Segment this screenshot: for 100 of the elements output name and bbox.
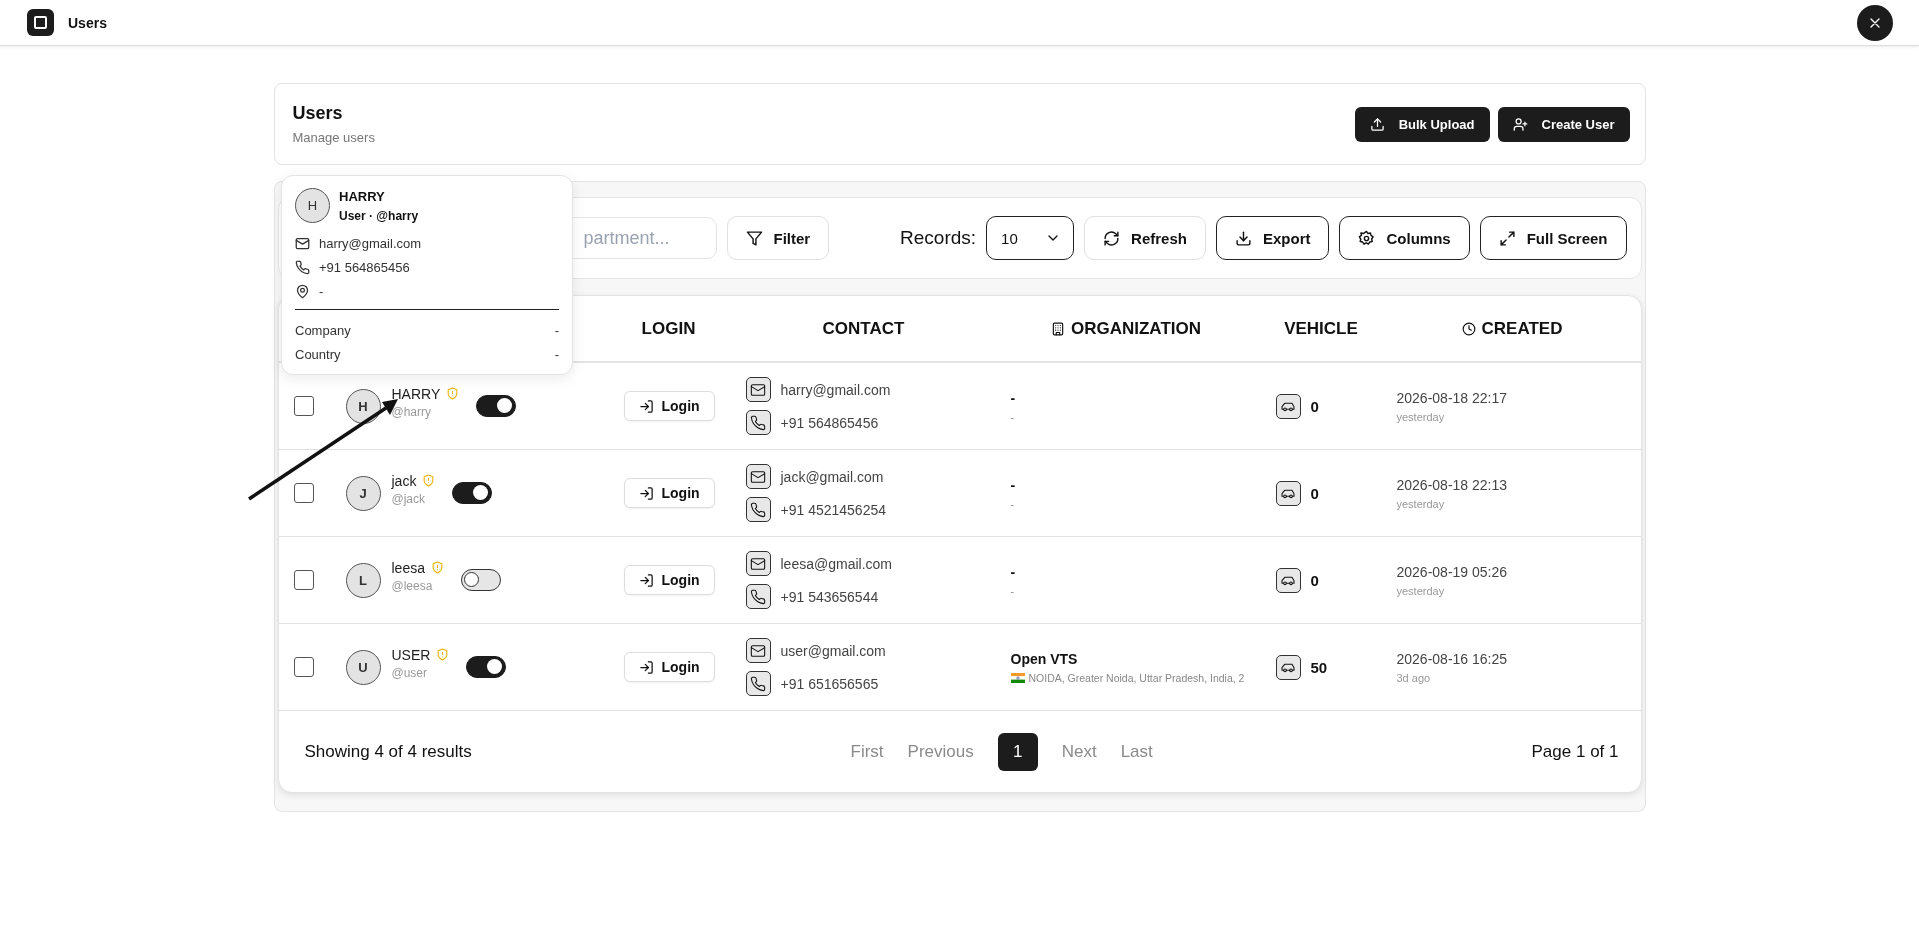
user-handle: @user [391, 665, 429, 680]
email-text: harry@gmail.com [780, 381, 891, 398]
login-icon [638, 659, 654, 675]
bulk-upload-button[interactable]: Bulk Upload [1354, 106, 1490, 142]
card-user-name: HARRY [339, 188, 386, 204]
columns-button[interactable]: Columns [1339, 216, 1470, 260]
user-name: HARRY [391, 385, 441, 402]
map-pin-icon [295, 283, 310, 299]
phone-text: +91 4521456254 [780, 501, 886, 518]
status-toggle[interactable] [476, 395, 517, 417]
column-header: VEHICLE [1283, 317, 1359, 340]
avatar: U [345, 649, 381, 685]
page-info: Page 1 of 1 [1531, 741, 1619, 762]
vehicle-count: 0 [1310, 484, 1319, 502]
results-summary: Showing 4 of 4 results [304, 741, 472, 762]
refresh-icon [1103, 229, 1121, 247]
avatar: L [345, 562, 381, 598]
avatar: J [345, 475, 381, 511]
user-name: leesa [391, 559, 425, 576]
full-screen-button[interactable]: Full Screen [1479, 216, 1627, 260]
avatar: H [345, 388, 381, 424]
user-handle: @jack [391, 491, 427, 506]
created-relative: yesterday [1396, 584, 1445, 597]
row-checkbox[interactable] [293, 657, 314, 677]
phone-icon [750, 414, 766, 431]
email-text: user@gmail.com [780, 642, 886, 659]
app-title: Users [68, 14, 107, 31]
created-date: 2026-08-19 05:26 [1396, 563, 1508, 580]
card-address: - [319, 283, 324, 299]
avatar: H [295, 188, 330, 223]
records-label: Records: [900, 227, 977, 249]
filter-icon [745, 229, 763, 247]
organization-name: Open VTS [1010, 650, 1078, 667]
filter-button[interactable]: Filter [726, 216, 830, 260]
created-date: 2026-08-18 22:13 [1396, 476, 1508, 493]
building-icon [1051, 321, 1065, 336]
created-date: 2026-08-16 16:25 [1396, 650, 1508, 667]
download-icon [1234, 229, 1252, 247]
user-name: USER [391, 646, 431, 663]
location-text: - [1010, 410, 1014, 423]
phone-icon [750, 501, 766, 518]
refresh-button[interactable]: Refresh [1084, 216, 1206, 260]
location-text: NOIDA, Greater Noida, Uttar Pradesh, India, 2 [1028, 671, 1245, 684]
mail-icon [750, 555, 766, 572]
phone-text: +91 543656544 [780, 588, 879, 605]
created-relative: 3d ago [1396, 671, 1431, 684]
create-user-button[interactable]: Create User [1497, 106, 1630, 142]
field-value: - [554, 346, 559, 362]
login-icon [638, 485, 654, 501]
login-button[interactable]: Login [623, 478, 715, 508]
vehicle-count: 0 [1310, 397, 1319, 415]
shield-icon [430, 561, 444, 574]
phone-icon [750, 588, 766, 605]
export-button[interactable]: Export [1215, 216, 1330, 260]
phone-text: +91 651656565 [780, 675, 879, 692]
location-text: - [1010, 584, 1014, 597]
shield-icon [436, 648, 450, 661]
column-header: CONTACT [821, 317, 906, 340]
created-date: 2026-08-18 22:17 [1396, 389, 1508, 406]
login-icon [638, 398, 654, 414]
mail-icon [750, 468, 766, 485]
shield-icon [422, 474, 436, 487]
field-value: - [554, 322, 559, 338]
app-logo [27, 9, 54, 36]
status-toggle[interactable] [452, 482, 493, 504]
user-plus-icon [1512, 116, 1528, 132]
settings-icon [1358, 229, 1376, 247]
email-text: jack@gmail.com [780, 468, 884, 485]
user-name: jack [391, 472, 417, 489]
row-checkbox[interactable] [293, 570, 314, 590]
clock-icon [1461, 321, 1476, 336]
login-button[interactable]: Login [623, 652, 715, 682]
column-header: CREATED [1383, 296, 1641, 361]
login-button[interactable]: Login [623, 565, 715, 595]
email-text: leesa@gmail.com [780, 555, 892, 572]
vehicle-count: 50 [1310, 658, 1328, 676]
column-header: ORGANIZATION [993, 296, 1259, 361]
page-title: Users [292, 103, 344, 124]
organization-name: - [1010, 476, 1016, 493]
mail-icon [750, 642, 766, 659]
created-relative: yesterday [1396, 410, 1445, 423]
page-number-button[interactable]: 1 [997, 732, 1038, 771]
card-user-role: User · @harry [339, 208, 419, 223]
status-toggle[interactable] [460, 569, 501, 591]
mail-icon [750, 381, 766, 398]
row-checkbox[interactable] [293, 483, 314, 503]
organization-name: - [1010, 563, 1016, 580]
status-toggle[interactable] [466, 656, 507, 678]
field-label: Company [295, 322, 351, 338]
close-button[interactable] [1857, 4, 1893, 41]
expand-icon [1498, 229, 1516, 247]
field-label: Country [295, 346, 341, 362]
phone-icon [295, 259, 310, 275]
upload-icon [1369, 116, 1385, 132]
row-checkbox[interactable] [293, 396, 314, 416]
login-icon [638, 572, 654, 588]
login-button[interactable]: Login [623, 391, 715, 421]
records-select[interactable]: 10 [986, 216, 1075, 260]
card-phone: +91 564865456 [319, 259, 410, 275]
user-handle: @harry [391, 404, 433, 419]
